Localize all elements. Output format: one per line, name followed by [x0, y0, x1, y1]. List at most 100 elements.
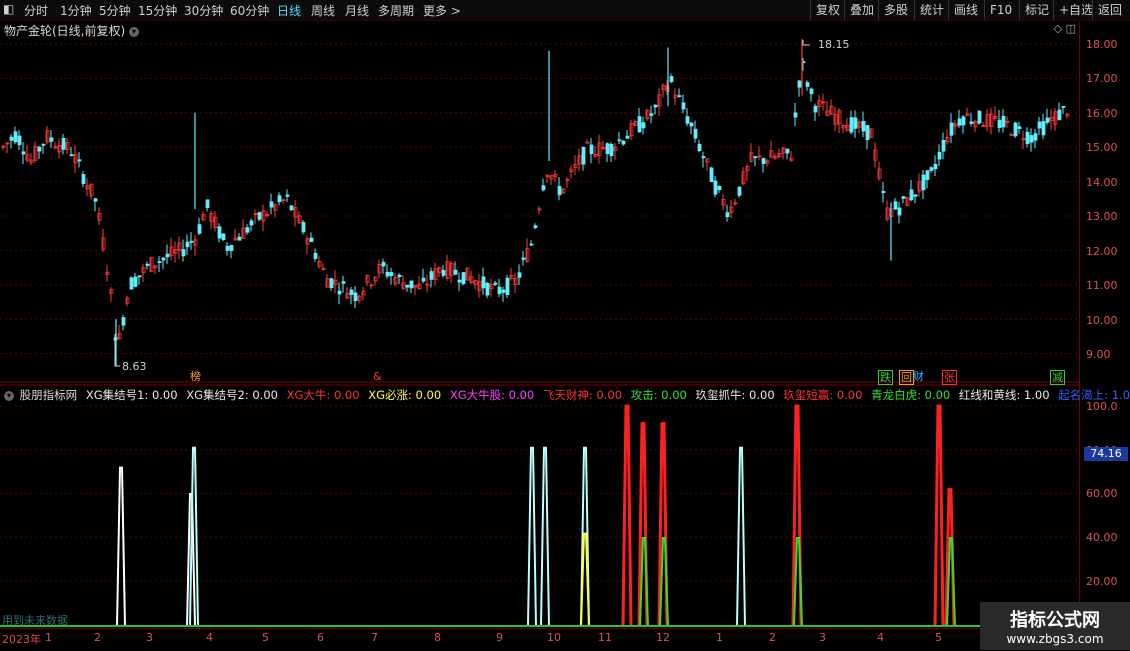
candle-body — [493, 282, 498, 285]
back-button[interactable]: 返回 — [1092, 0, 1127, 20]
indicator-legend: ▾ 股朋指标网 XG集结号1: 0.00 XG集结号2: 0.00 XG大牛: … — [4, 387, 1130, 403]
x-tick: 8 — [434, 631, 441, 644]
candle-body — [1017, 126, 1022, 129]
candle-body — [385, 271, 390, 277]
candle-body — [389, 272, 394, 277]
candle-body — [353, 292, 358, 302]
y-tick: 18.00 — [1086, 38, 1118, 51]
candle-body — [409, 280, 414, 289]
signal-marker[interactable]: 张 — [942, 370, 957, 385]
signal-marker[interactable]: 跌 — [878, 370, 893, 385]
candle-body — [669, 76, 674, 82]
candle-body — [913, 194, 918, 197]
period-tab-1min[interactable]: 1分钟 — [60, 2, 92, 19]
candle-body — [813, 105, 818, 113]
candle-body — [329, 278, 334, 289]
legend-item: 玖玺抓牛: 0.00 — [695, 388, 775, 402]
candle-body — [933, 164, 938, 170]
candle-body — [225, 245, 230, 251]
candle-body — [785, 148, 790, 154]
indicator-name[interactable]: 股朋指标网 — [20, 388, 78, 402]
x-tick: 4 — [206, 631, 213, 644]
candle-body — [753, 156, 758, 159]
ind-y-tick: 40.00 — [1086, 531, 1118, 544]
legend-item: XG大牛: 0.00 — [286, 388, 360, 402]
candle-body — [485, 282, 490, 296]
period-tab-weekly[interactable]: 周线 — [311, 2, 335, 19]
period-tab-monthly[interactable]: 月线 — [345, 2, 369, 19]
candle-body — [925, 170, 930, 180]
more-periods-button[interactable]: 更多 > — [423, 2, 461, 19]
signal-marker[interactable]: 减 — [1050, 370, 1065, 385]
signal-marker[interactable]: 财 — [912, 370, 925, 383]
candle-body — [653, 104, 658, 108]
y-tick: 13.00 — [1086, 210, 1118, 223]
candle-body — [133, 276, 138, 287]
x-tick: 11 — [598, 631, 612, 644]
candle-body — [93, 198, 98, 202]
candle-body — [197, 224, 202, 234]
collapse-icon[interactable]: ◧ — [3, 2, 14, 16]
kline-chart[interactable] — [0, 22, 1080, 628]
candle-body — [761, 158, 766, 165]
candle-body — [17, 135, 22, 146]
x-tick: 2 — [769, 631, 776, 644]
period-tab-5min[interactable]: 5分钟 — [99, 2, 131, 19]
candle-body — [881, 191, 886, 194]
signal-marker[interactable]: & — [372, 370, 383, 383]
draw-line-button[interactable]: 画线 — [948, 0, 983, 20]
candle-body — [237, 236, 242, 241]
candle-body — [221, 233, 226, 240]
candle-body — [621, 140, 626, 145]
chevron-down-icon[interactable]: ▾ — [4, 390, 14, 401]
f10-button[interactable]: F10 — [984, 0, 1017, 20]
overlay-button[interactable]: 叠加 — [844, 0, 879, 20]
candle-body — [217, 226, 222, 239]
period-toolbar: ◧ 分时 1分钟 5分钟 15分钟 30分钟 60分钟 日线 周线 月线 多周期… — [0, 0, 1130, 21]
x-tick: 5 — [262, 631, 269, 644]
candle-body — [677, 95, 682, 98]
candle-body — [121, 317, 126, 326]
candle-body — [37, 146, 42, 152]
stats-button[interactable]: 统计 — [914, 0, 949, 20]
multi-stock-button[interactable]: 多股 — [878, 0, 913, 20]
y-tick: 10.00 — [1086, 314, 1118, 327]
candle-body — [337, 290, 342, 295]
candle-body — [893, 201, 898, 210]
fuquan-button[interactable]: 复权 — [810, 0, 845, 20]
legend-item: XG大牛股: 0.00 — [449, 388, 535, 402]
candle-body — [637, 116, 642, 133]
candle-body — [1029, 135, 1034, 143]
candle-body — [921, 174, 926, 191]
candle-body — [145, 263, 150, 266]
low-price-note: 8.63 — [122, 360, 147, 373]
period-tab-15min[interactable]: 15分钟 — [138, 2, 177, 19]
x-tick: 2 — [94, 631, 101, 644]
legend-item: XG必涨: 0.00 — [368, 388, 442, 402]
period-tab-30min[interactable]: 30分钟 — [184, 2, 223, 19]
x-tick: 6 — [317, 631, 324, 644]
y-tick: 14.00 — [1086, 176, 1118, 189]
candle-body — [617, 139, 622, 142]
candle-body — [1025, 131, 1030, 144]
legend-item: 起名渴上: 1.00 — [1058, 388, 1130, 402]
period-tab-daily[interactable]: 日线 — [277, 2, 301, 19]
candle-body — [41, 143, 46, 146]
y-tick: 11.00 — [1086, 279, 1118, 292]
candle-body — [249, 220, 254, 226]
mark-button[interactable]: 标记 — [1019, 0, 1054, 20]
candle-body — [737, 186, 742, 196]
x-tick: 1 — [716, 631, 723, 644]
legend-item: XG集结号1: 0.00 — [85, 388, 178, 402]
period-tab-60min[interactable]: 60分钟 — [230, 2, 269, 19]
candle-body — [277, 195, 282, 203]
x-tick: 2023年 — [2, 633, 41, 646]
signal-marker[interactable]: 榜 — [189, 370, 202, 383]
legend-item: 玖玺短赢: 0.00 — [783, 388, 863, 402]
period-tab-multi[interactable]: 多周期 — [378, 2, 414, 19]
candle-body — [697, 143, 702, 151]
period-tab-fenshi[interactable]: 分时 — [24, 2, 48, 19]
price-axis: 18.00 17.00 16.00 15.00 14.00 13.00 12.0… — [1079, 22, 1130, 624]
candle-body — [693, 128, 698, 139]
candle-body — [861, 120, 866, 132]
